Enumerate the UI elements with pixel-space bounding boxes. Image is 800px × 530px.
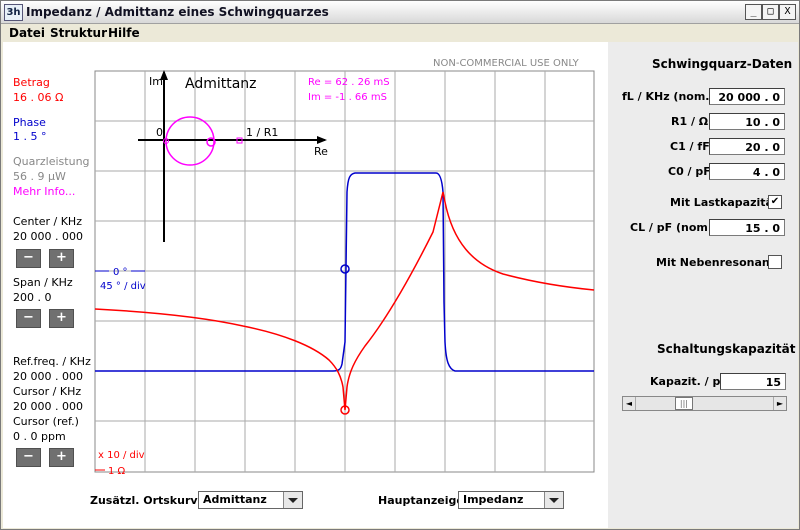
chevron-down-icon[interactable] (544, 492, 563, 508)
menu-hilfe[interactable]: Hilfe (108, 26, 140, 40)
phase-scale-label: 45 ° / div (100, 281, 146, 292)
c0-input[interactable]: 4 . 0 (709, 163, 785, 180)
magnitude-ref-label: 1 Ω (108, 466, 126, 477)
menu-struktur[interactable]: Struktur (50, 26, 107, 40)
app-icon: 3h (4, 4, 23, 21)
hauptanzeige-select[interactable]: Impedanz (458, 491, 564, 509)
c1-label: C1 / fF (670, 140, 710, 153)
nebenresonanz-checkbox[interactable] (768, 255, 782, 269)
kapazitaet-label: Kapazit. / pF (650, 375, 728, 388)
magnitude-scale-label: x 10 / div (98, 450, 145, 461)
inset-re-label: Re (314, 145, 328, 158)
scroll-right-icon[interactable]: ► (773, 397, 786, 410)
section-schwingquarz-title: Schwingquarz-Daten (652, 57, 793, 71)
im-readout: Im = -1 . 66 mS (308, 92, 387, 103)
nebenresonanz-label: Mit Nebenresonanz (656, 256, 777, 269)
minimize-button[interactable]: _ (745, 4, 762, 20)
inset-im-label: Im (149, 75, 163, 88)
phase-zero-label: 0 ° (113, 267, 128, 278)
fl-label: fL / KHz (nom.) (622, 90, 715, 103)
plot-canvas[interactable]: NON-COMMERCIAL USE ONLY Im Re Admittanz … (3, 42, 608, 528)
ortskurve-value: Admittanz (203, 493, 267, 506)
window-title: Impedanz / Admittanz eines Schwingquarze… (26, 5, 329, 19)
right-panel: Schwingquarz-Daten fL / KHz (nom.) 20 00… (608, 42, 798, 528)
hauptanzeige-label: Hauptanzeige (378, 494, 464, 507)
re-readout: Re = 62 . 26 mS (308, 77, 390, 88)
watermark-text: NON-COMMERCIAL USE ONLY (433, 58, 580, 69)
maximize-button[interactable]: □ (762, 4, 779, 20)
app-window: 3h Impedanz / Admittanz eines Schwingqua… (0, 0, 800, 530)
r1-input[interactable]: 10 . 0 (709, 113, 785, 130)
main-content: Betrag 16 . 06 Ω Phase 1 . 5 ° Quarzleis… (3, 42, 798, 528)
menu-bar: Datei Struktur Hilfe (1, 24, 799, 42)
lastkapazitaet-label: Mit Lastkapazität (670, 196, 779, 209)
c1-input[interactable]: 20 . 0 (709, 138, 785, 155)
inset-zero-label: 0 (156, 126, 163, 139)
fl-input[interactable]: 20 000 . 0 (709, 88, 785, 105)
ortskurve-label: Zusätzl. Ortskurve (90, 494, 206, 507)
r1-label: R1 / Ω (671, 115, 709, 128)
section-schaltungskapazitaet-title: Schaltungskapazität (657, 342, 796, 356)
plot-grid (94, 70, 595, 473)
cl-label: CL / pF (nom.) (630, 221, 718, 234)
c0-label: C0 / pF (668, 165, 711, 178)
lastkapazitaet-checkbox[interactable]: ✔ (768, 195, 782, 209)
kapazitaet-input[interactable]: 15 (720, 373, 786, 390)
menu-datei[interactable]: Datei (9, 26, 45, 40)
title-bar: 3h Impedanz / Admittanz eines Schwingqua… (1, 1, 799, 24)
kapazitaet-scrollbar[interactable]: ◄ ||| ► (622, 396, 787, 411)
chevron-down-icon[interactable] (283, 492, 302, 508)
scroll-thumb[interactable]: ||| (674, 397, 693, 410)
close-button[interactable]: X (779, 4, 796, 20)
ortskurve-select[interactable]: Admittanz (198, 491, 303, 509)
cl-input[interactable]: 15 . 0 (709, 219, 785, 236)
inset-r1-label: 1 / R1 (246, 126, 278, 139)
inset-title: Admittanz (185, 76, 257, 92)
hauptanzeige-value: Impedanz (463, 493, 524, 506)
scroll-left-icon[interactable]: ◄ (623, 397, 636, 410)
